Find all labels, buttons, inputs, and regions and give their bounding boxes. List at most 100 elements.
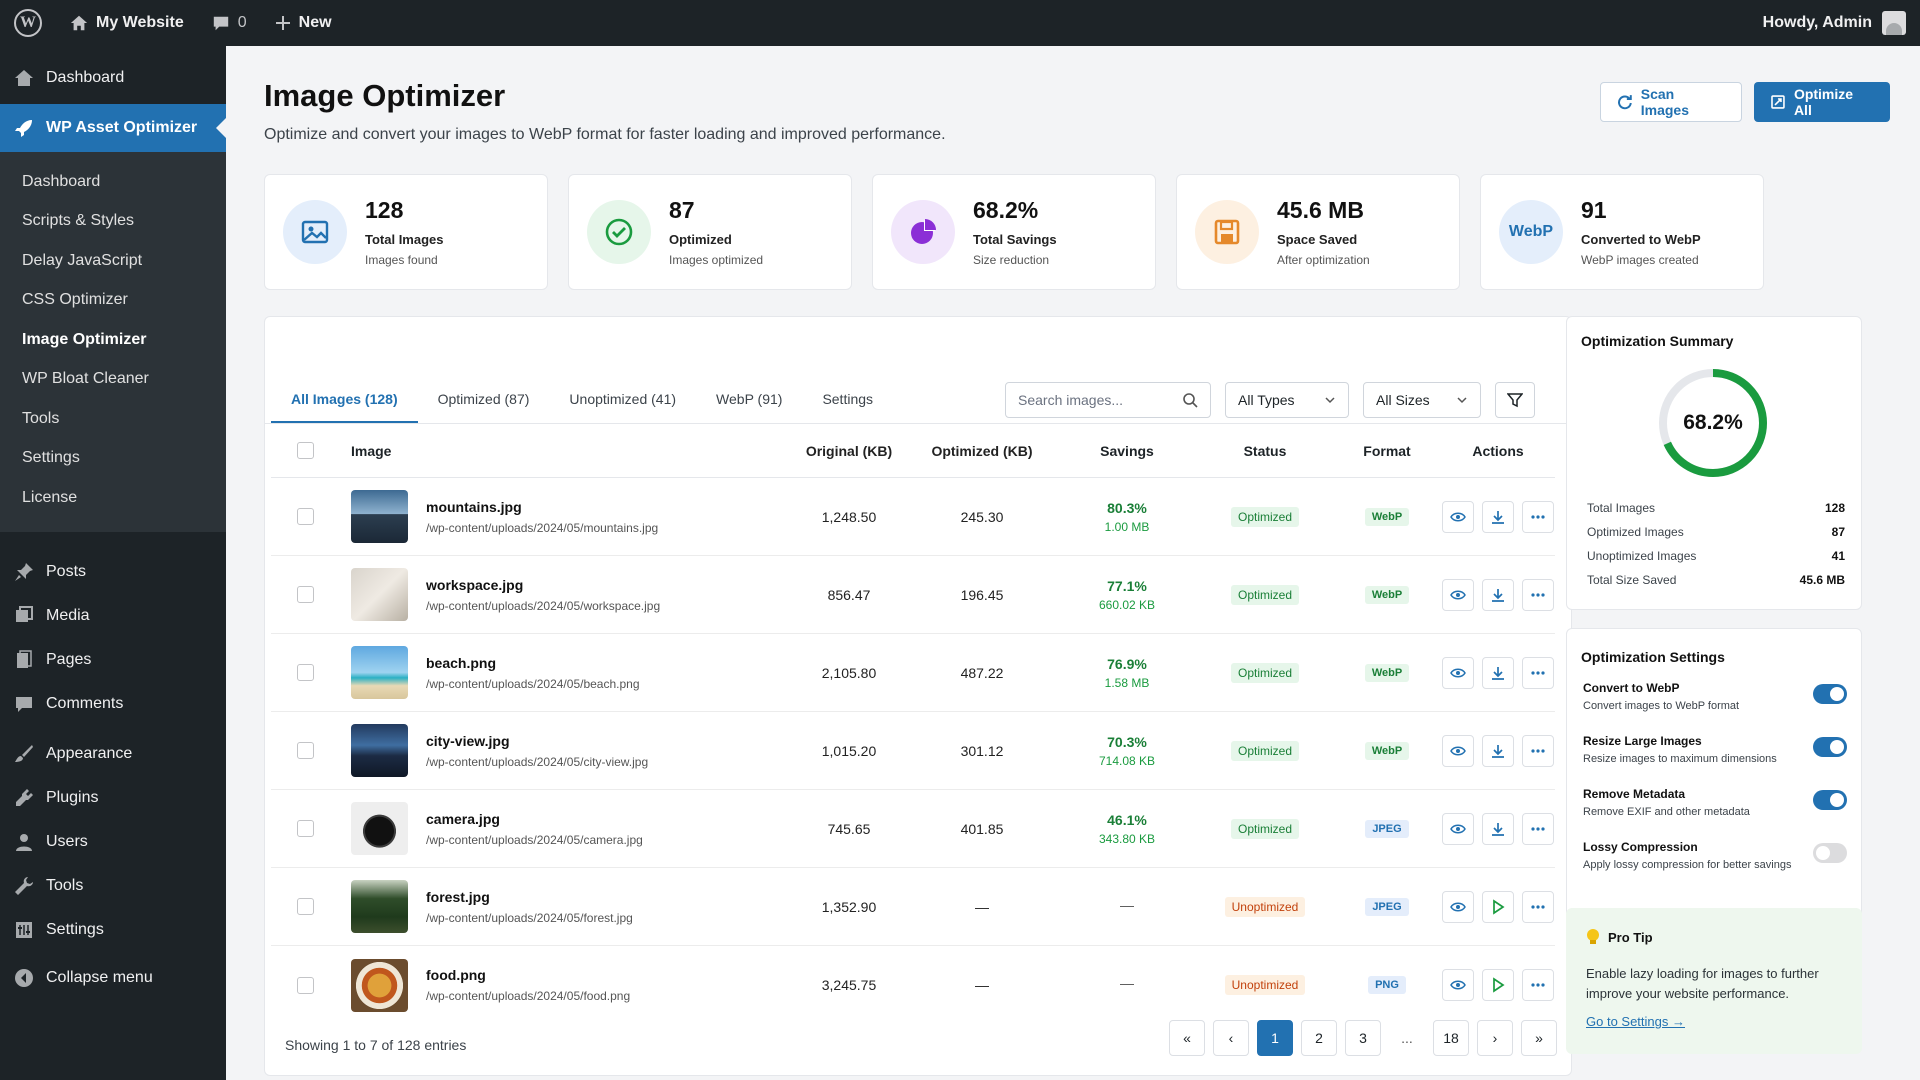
file-name[interactable]: camera.jpg xyxy=(426,811,643,827)
menu-settings[interactable]: Settings xyxy=(0,908,226,952)
header-image[interactable]: Image xyxy=(339,443,717,459)
wordpress-logo[interactable]: W xyxy=(0,0,56,46)
submenu-item-dashboard[interactable]: Dashboard xyxy=(0,162,226,202)
page-1-button[interactable]: 1 xyxy=(1257,1020,1293,1056)
menu-pages[interactable]: Pages xyxy=(0,638,226,682)
header-format[interactable]: Format xyxy=(1333,443,1441,459)
page-3-button[interactable]: 3 xyxy=(1345,1020,1381,1056)
image-thumbnail[interactable] xyxy=(351,802,408,855)
tab-all-images[interactable]: All Images (128) xyxy=(271,317,418,423)
menu-plugins[interactable]: Plugins xyxy=(0,776,226,820)
more-actions-button[interactable] xyxy=(1522,734,1554,767)
menu-media[interactable]: Media xyxy=(0,594,226,638)
submenu-item-css-optimizer[interactable]: CSS Optimizer xyxy=(0,281,226,321)
go-to-settings-link[interactable]: Go to Settings → xyxy=(1586,1014,1842,1029)
submenu-item-image-optimizer[interactable]: Image Optimizer xyxy=(0,320,226,360)
file-name[interactable]: forest.jpg xyxy=(426,889,633,905)
download-button[interactable] xyxy=(1482,500,1514,533)
menu-tools[interactable]: Tools xyxy=(0,864,226,908)
search-input[interactable]: Search images... xyxy=(1005,382,1211,418)
header-original[interactable]: Original (KB) xyxy=(717,443,907,459)
menu-comments[interactable]: Comments xyxy=(0,682,226,726)
comments-link[interactable]: 0 xyxy=(198,0,261,46)
optimize-button[interactable] xyxy=(1482,890,1514,923)
preview-button[interactable] xyxy=(1442,969,1474,1001)
menu-appearance[interactable]: Appearance xyxy=(0,732,226,776)
image-thumbnail[interactable] xyxy=(351,880,408,933)
remove-metadata-toggle[interactable] xyxy=(1813,790,1847,810)
select-all-checkbox[interactable] xyxy=(296,442,314,459)
menu-dashboard[interactable]: Dashboard xyxy=(0,56,226,100)
more-actions-button[interactable] xyxy=(1522,500,1554,533)
preview-button[interactable] xyxy=(1442,656,1474,689)
download-button[interactable] xyxy=(1482,734,1514,767)
download-button[interactable] xyxy=(1482,812,1514,845)
more-actions-button[interactable] xyxy=(1522,890,1554,923)
submenu-item-tools[interactable]: Tools xyxy=(0,399,226,439)
file-name[interactable]: city-view.jpg xyxy=(426,733,648,749)
preview-button[interactable] xyxy=(1442,890,1474,923)
collapse-menu[interactable]: Collapse menu xyxy=(0,956,226,1000)
preview-button[interactable] xyxy=(1442,500,1474,533)
header-status[interactable]: Status xyxy=(1197,443,1333,459)
filter-button[interactable] xyxy=(1495,382,1535,418)
submenu-item-license[interactable]: License xyxy=(0,478,226,518)
convert-webp-toggle[interactable] xyxy=(1813,684,1847,704)
optimize-button[interactable] xyxy=(1482,969,1514,1001)
image-thumbnail[interactable] xyxy=(351,490,408,543)
header-optimized[interactable]: Optimized (KB) xyxy=(907,443,1057,459)
image-thumbnail[interactable] xyxy=(351,646,408,699)
new-content-link[interactable]: New xyxy=(261,0,346,46)
menu-users[interactable]: Users xyxy=(0,820,226,864)
optimize-all-button[interactable]: Optimize All xyxy=(1754,82,1890,122)
type-select[interactable]: All Types xyxy=(1225,382,1349,418)
header-savings[interactable]: Savings xyxy=(1057,443,1197,459)
row-checkbox[interactable] xyxy=(296,664,314,681)
row-checkbox[interactable] xyxy=(296,820,314,837)
download-button[interactable] xyxy=(1482,656,1514,689)
more-actions-button[interactable] xyxy=(1522,812,1554,845)
row-checkbox[interactable] xyxy=(296,508,314,525)
lossy-compression-toggle[interactable] xyxy=(1813,843,1847,863)
scan-images-button[interactable]: Scan Images xyxy=(1600,82,1742,122)
submenu-item-delay-javascript[interactable]: Delay JavaScript xyxy=(0,241,226,281)
tab-unoptimized[interactable]: Unoptimized (41) xyxy=(549,317,696,423)
tab-optimized[interactable]: Optimized (87) xyxy=(418,317,550,423)
size-select[interactable]: All Sizes xyxy=(1363,382,1481,418)
my-account[interactable]: Howdy, Admin xyxy=(1763,11,1920,35)
submenu-item-scripts-styles[interactable]: Scripts & Styles xyxy=(0,202,226,242)
first-page-button[interactable]: « xyxy=(1169,1020,1205,1056)
prev-page-button[interactable]: ‹ xyxy=(1213,1020,1249,1056)
menu-wp-asset-optimizer[interactable]: WP Asset Optimizer xyxy=(0,104,226,152)
preview-button[interactable] xyxy=(1442,812,1474,845)
menu-posts[interactable]: Posts xyxy=(0,550,226,594)
file-name[interactable]: workspace.jpg xyxy=(426,577,660,593)
file-name[interactable]: food.png xyxy=(426,967,630,983)
more-actions-button[interactable] xyxy=(1522,969,1554,1001)
submenu-item-settings[interactable]: Settings xyxy=(0,439,226,479)
page-2-button[interactable]: 2 xyxy=(1301,1020,1337,1056)
resize-large-images-toggle[interactable] xyxy=(1813,737,1847,757)
tab-settings[interactable]: Settings xyxy=(802,317,893,423)
preview-button[interactable] xyxy=(1442,734,1474,767)
last-page-button[interactable]: » xyxy=(1521,1020,1557,1056)
image-thumbnail[interactable] xyxy=(351,958,408,1012)
file-name[interactable]: beach.png xyxy=(426,655,640,671)
preview-button[interactable] xyxy=(1442,578,1474,611)
next-page-button[interactable]: › xyxy=(1477,1020,1513,1056)
more-actions-button[interactable] xyxy=(1522,578,1554,611)
image-thumbnail[interactable] xyxy=(351,568,408,621)
row-checkbox[interactable] xyxy=(296,898,314,915)
submenu-item-wp-bloat-cleaner[interactable]: WP Bloat Cleaner xyxy=(0,360,226,400)
more-actions-button[interactable] xyxy=(1522,656,1554,689)
row-checkbox[interactable] xyxy=(296,976,314,994)
row-checkbox[interactable] xyxy=(296,742,314,759)
file-name[interactable]: mountains.jpg xyxy=(426,499,658,515)
site-name-link[interactable]: My Website xyxy=(56,0,198,46)
tab-webp[interactable]: WebP (91) xyxy=(696,317,802,423)
page-18-button[interactable]: 18 xyxy=(1433,1020,1469,1056)
row-checkbox[interactable] xyxy=(296,586,314,603)
savings-amount: 714.08 KB xyxy=(1098,753,1156,768)
download-button[interactable] xyxy=(1482,578,1514,611)
image-thumbnail[interactable] xyxy=(351,724,408,777)
